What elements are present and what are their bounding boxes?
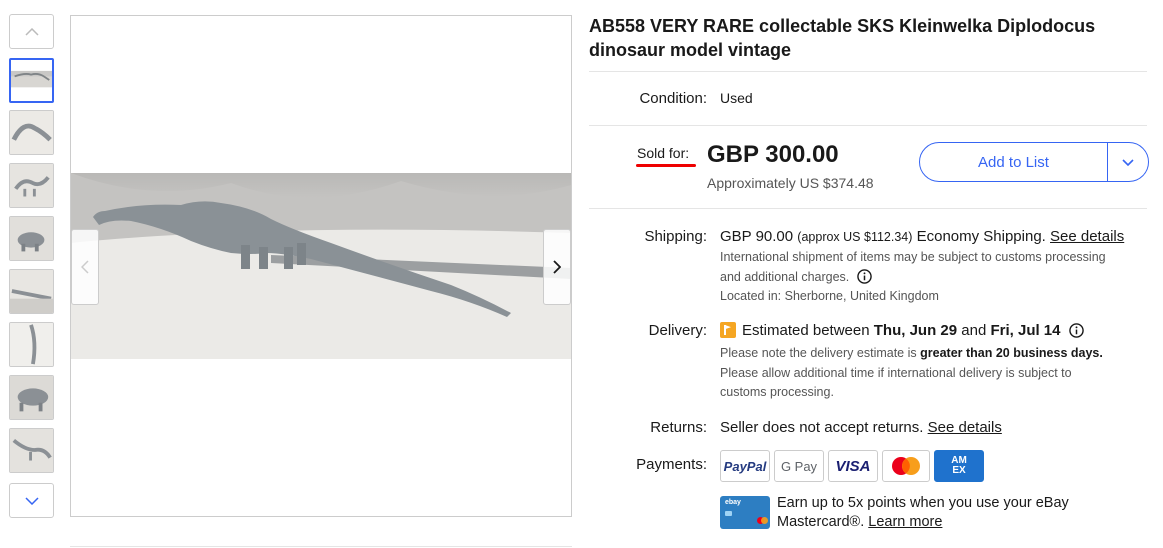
promo-text: Mastercard®. [777,514,865,530]
thumbnail-2[interactable] [9,110,54,155]
delivery-label: Delivery: [648,322,707,339]
dinosaur-thumbnail-image [10,164,53,207]
delivery-note-line: Please note the delivery estimate is gre… [720,344,1140,364]
delivery-start-date: Thu, Jun 29 [873,322,958,339]
mastercard-promo: Earn up to 5x points when you use your e… [777,494,1147,532]
chevron-right-icon [553,260,561,274]
ebay-card-text: ebay [725,499,741,506]
delivery-note-text: Please note the delivery estimate is [720,346,917,360]
visa-logo: VISA [828,450,878,482]
thumbnail-scroll-up-button[interactable] [9,14,54,49]
delivery-and: and [961,322,987,339]
item-location: Located in: Sherborne, United Kingdom [720,289,939,303]
info-icon[interactable] [1068,323,1084,338]
delivery-estimate: Estimated between Thu, Jun 29 and Fri, J… [720,322,1084,339]
promo-line: Earn up to 5x points when you use your e… [777,495,1069,511]
thumbnail-6[interactable] [9,322,54,367]
main-product-image-viewer[interactable] [70,15,572,517]
returns-policy: Seller does not accept returns. See deta… [720,419,1002,436]
divider [589,208,1147,209]
image-divider [70,546,572,547]
thumbnail-3[interactable] [9,163,54,208]
payments-label: Payments: [636,456,707,473]
thumbnail-4[interactable] [9,216,54,261]
shipping-note-line: International shipment of items may be s… [720,250,1106,264]
delivery-note-line: customs processing. [720,385,834,399]
returns-see-details-link[interactable]: See details [928,419,1002,436]
dinosaur-thumbnail-image [10,270,53,313]
delivery-note-bold: greater than 20 business days. [920,346,1103,360]
dinosaur-thumbnail-image [10,429,53,472]
approx-price: Approximately US $374.48 [707,175,874,191]
paypal-text: PayPal [723,458,767,474]
shipping-notes: International shipment of items may be s… [720,248,1140,307]
shipping-note-text: and additional charges. [720,269,850,284]
paypal-logo: PayPal [720,450,770,482]
condition-value: Used [720,90,753,106]
delivery-end-date: Fri, Jul 14 [990,322,1061,339]
shipping-label: Shipping: [644,228,707,245]
dinosaur-thumbnail-image [10,217,53,260]
google-pay-text: G Pay [780,458,818,474]
chevron-down-icon [1122,158,1134,166]
shipping-summary: GBP 90.00 (approx US $112.34) Economy Sh… [720,228,1124,245]
amex-text: AM EX [951,455,967,476]
delivery-prefix: Estimated between [742,322,870,339]
shipping-see-details-link[interactable]: See details [1050,228,1124,245]
thumbnail-8[interactable] [9,428,54,473]
next-image-button[interactable] [543,229,571,305]
delivery-notes: Please note the delivery estimate is gre… [720,344,1140,403]
shipping-cost: GBP 90.00 [720,228,794,245]
thumbnail-strip [9,14,54,518]
chevron-up-icon [24,27,39,36]
chevron-left-icon [81,260,89,274]
dinosaur-thumbnail-image [11,60,52,101]
sold-for-label: Sold for: [637,145,690,161]
visa-text: VISA [835,457,871,475]
promo-line: Mastercard®. Learn more [777,513,1147,532]
dinosaur-thumbnail-image [10,323,53,366]
divider [589,125,1147,126]
diplodocus-model-photo [71,173,571,359]
mastercard-icon [892,457,920,475]
sold-for-underline [636,164,696,167]
shipping-note-line: and additional charges. [720,268,1140,288]
condition-label: Condition: [639,90,707,107]
chevron-down-icon [24,496,39,505]
listing-title: AB558 VERY RARE collectable SKS Kleinwel… [589,16,1096,60]
dinosaur-thumbnail-image [10,376,53,419]
returns-text: Seller does not accept returns. [720,419,924,436]
add-to-list-dropdown-button[interactable] [1108,143,1148,181]
thumbnail-1[interactable] [9,58,54,103]
returns-label: Returns: [650,419,707,436]
ebay-mastercard-icon: ebay [720,496,770,529]
delivery-flag-icon [720,322,736,338]
sold-price: GBP 300.00 [707,141,839,168]
thumbnail-7[interactable] [9,375,54,420]
thumbnail-scroll-down-button[interactable] [9,483,54,518]
previous-image-button[interactable] [71,229,99,305]
item-details-panel: AB558 VERY RARE collectable SKS Kleinwel… [589,0,1149,530]
info-icon[interactable] [856,268,872,284]
add-to-list-button-group: Add to List [919,142,1149,182]
mastercard-logo [882,450,930,482]
add-to-list-button[interactable]: Add to List [920,143,1108,181]
google-pay-logo: G Pay [774,450,824,482]
shipping-cost-approx: (approx US $112.34) [797,230,913,244]
learn-more-link[interactable]: Learn more [868,514,942,530]
dinosaur-thumbnail-image [10,111,53,154]
delivery-note-line: Please allow additional time if internat… [720,365,1072,380]
divider [589,71,1147,72]
thumbnail-5[interactable] [9,269,54,314]
shipping-method: Economy Shipping. [916,228,1046,245]
amex-logo: AM EX [934,450,984,482]
